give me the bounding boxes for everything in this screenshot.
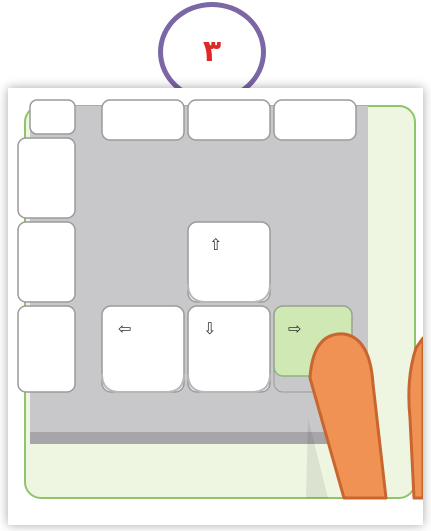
- keyboard-illustration: ⇧ ⇦ ⇩ ⇨: [17, 99, 423, 500]
- up-arrow-key: ⇧: [187, 221, 271, 303]
- left-arrow-icon: ⇦: [118, 319, 131, 338]
- left-column-keys: [17, 137, 76, 393]
- up-arrow-icon: ⇧: [209, 235, 222, 254]
- illustration-frame: ⇧ ⇦ ⇩ ⇨: [8, 88, 423, 525]
- left-arrow-key: ⇦: [101, 305, 185, 393]
- step-badge: ٣: [158, 2, 266, 102]
- down-arrow-key: ⇩: [187, 305, 271, 393]
- right-arrow-icon: ⇨: [288, 319, 301, 338]
- step-number: ٣: [202, 34, 222, 69]
- down-arrow-icon: ⇩: [203, 319, 216, 338]
